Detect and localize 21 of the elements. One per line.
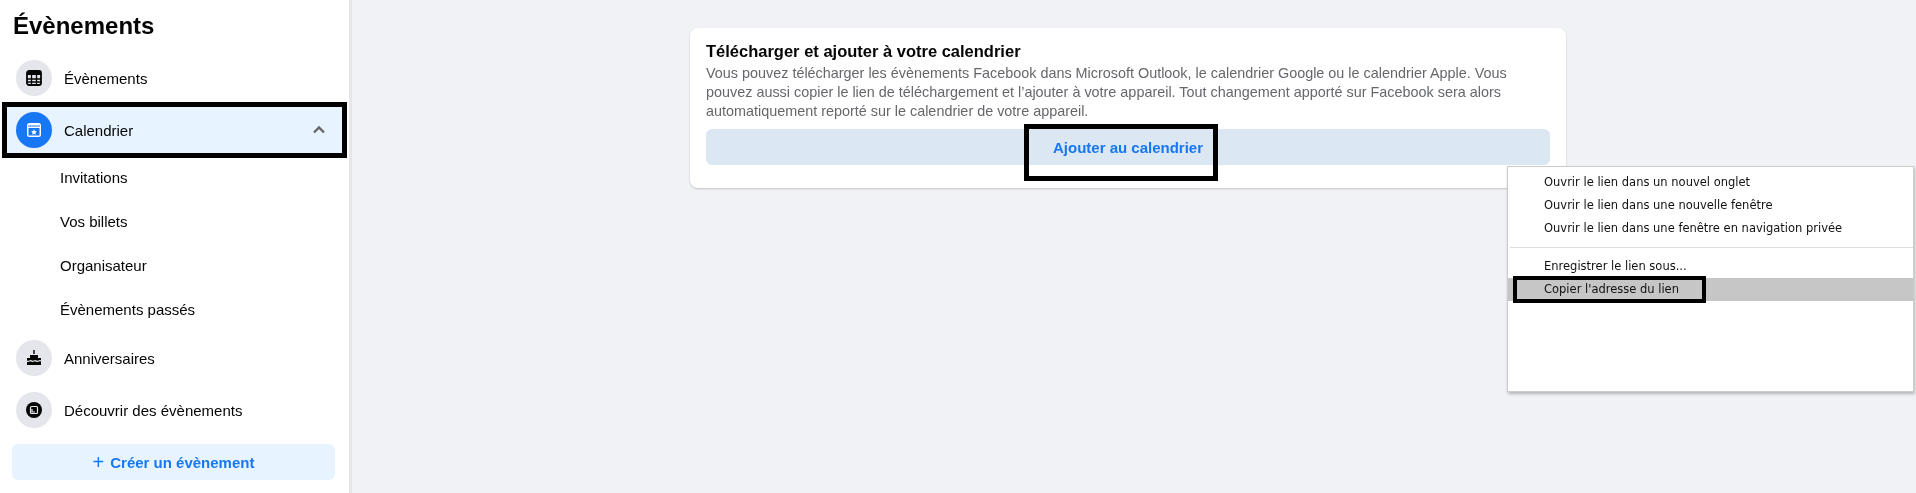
menu-item[interactable]: Ouvrir le lien dans une nouvelle fenêtre — [1508, 194, 1913, 217]
menu-item[interactable]: Enregistrer le lien sous... — [1508, 255, 1913, 278]
menu-item[interactable]: Ouvrir le lien dans un nouvel onglet — [1508, 171, 1913, 194]
menu-item[interactable]: Ouvrir le lien dans une fenêtre en navigation privée — [1508, 217, 1913, 240]
calendar-grid-icon — [16, 60, 52, 96]
cake-icon — [16, 340, 52, 376]
menu-item[interactable]: Copier l'adresse du lien — [1508, 278, 1913, 301]
nav-item[interactable]: Anniversaires — [4, 332, 345, 384]
nav-subitem[interactable]: Organisateur — [0, 244, 147, 288]
nav-subitem[interactable]: Évènements passés — [0, 288, 196, 332]
nav-item[interactable]: Calendrier — [4, 104, 345, 156]
create-event-button[interactable]: + Créer un évènement — [12, 444, 335, 480]
sidebar-title: Évènements — [13, 12, 155, 40]
nav-item[interactable]: Découvrir des évènements — [4, 384, 345, 436]
nav-item[interactable]: Évènements — [4, 52, 345, 104]
discover-icon — [16, 392, 52, 428]
card-title: Télécharger et ajouter à votre calendrier — [706, 42, 1022, 61]
card-text: Vous pouvez télécharger les évènements Facebook dans Microsoft Outlook, le calendrier Google ou le calendrier Apple. Vous pouvez aussi copier le lien de téléchargement et l’ajouter à votre appareil. Tout changement apporté sur Facebook sera alors automatiquement reporté sur le calendrier de votre appareil. — [706, 64, 1508, 121]
nav-subitem[interactable]: Vos billets — [0, 200, 128, 244]
nav-subitem[interactable]: Invitations — [0, 156, 128, 200]
plus-icon: + — [92, 450, 105, 474]
